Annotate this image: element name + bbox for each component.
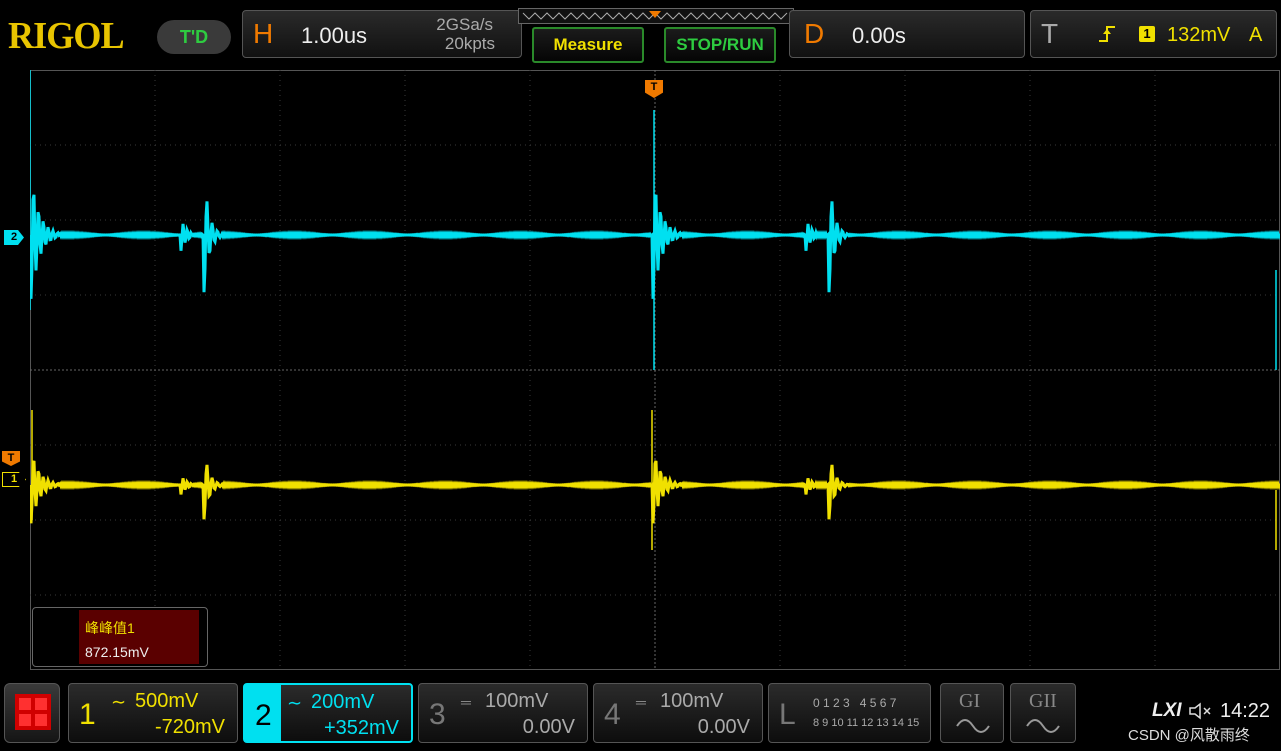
measure-button[interactable]: Measure xyxy=(532,27,644,63)
measurement-highlight: 峰峰值1 872.15mV xyxy=(79,610,199,664)
channel-3-number: 3 xyxy=(429,698,446,731)
channel-2-scale: 200mV xyxy=(311,691,375,713)
channel-3-box[interactable]: 3 ═ 100mV 0.00V xyxy=(418,683,588,743)
channel-1-number: 1 xyxy=(79,698,96,731)
ac-coupling-icon: ∼ xyxy=(287,693,303,713)
delay-value: 0.00s xyxy=(852,23,906,48)
logic-channels-row1: 0 1 2 3 4 5 6 7 xyxy=(813,696,897,710)
channel-4-number: 4 xyxy=(604,698,621,731)
dc-coupling-icon: ═ xyxy=(636,694,646,710)
sample-rate: 2GSa/s xyxy=(436,15,493,34)
logic-letter: L xyxy=(779,698,796,731)
rigol-logo: RIGOL xyxy=(8,15,125,57)
generator-1-label: GI xyxy=(959,690,981,712)
stop-run-button[interactable]: STOP/RUN xyxy=(664,27,776,63)
channel-2-number: 2 xyxy=(255,699,272,732)
waveform-display[interactable] xyxy=(28,70,1281,670)
measurement-name: 峰峰值1 xyxy=(85,620,135,636)
channel-2-offset: +352mV xyxy=(323,717,399,739)
speaker-mute-icon[interactable] xyxy=(1188,702,1214,720)
trigger-status-badge: T'D xyxy=(157,20,231,54)
measurement-panel[interactable]: 峰峰值1 872.15mV xyxy=(32,607,208,667)
channel-3-offset: 0.00V xyxy=(522,716,575,738)
channel-2-box[interactable]: 2 ∼ 200mV +352mV xyxy=(243,683,413,743)
timebase-value: 1.00us xyxy=(301,23,368,48)
generator-2-button[interactable]: GII xyxy=(1010,683,1076,743)
trigger-source-badge: 1 xyxy=(1139,26,1155,42)
delay-letter: D xyxy=(804,18,825,49)
clock: 14:22 xyxy=(1220,700,1271,722)
channel-1-offset: -720mV xyxy=(154,716,225,738)
horizontal-letter: H xyxy=(253,18,274,49)
memory-position-strip xyxy=(518,8,794,24)
graticule xyxy=(28,70,1281,670)
lxi-logo: LXI xyxy=(1152,700,1182,721)
menu-grid-icon xyxy=(15,694,51,730)
trigger-letter: T xyxy=(1041,18,1059,49)
channel-4-offset: 0.00V xyxy=(697,716,750,738)
ch1-offset-marker[interactable]: 1 xyxy=(2,472,26,487)
main-menu-button[interactable] xyxy=(4,683,60,743)
channel-4-box[interactable]: 4 ═ 100mV 0.00V xyxy=(593,683,763,743)
logic-analyzer-box[interactable]: L 0 1 2 3 4 5 6 7 8 9 10 11 12 13 14 15 xyxy=(768,683,931,743)
channel-4-scale: 100mV xyxy=(660,690,724,712)
horizontal-panel[interactable]: H 1.00us 2GSa/s 20kpts xyxy=(242,10,522,58)
channel-1-scale: 500mV xyxy=(135,690,199,712)
memory-depth: 20kpts xyxy=(444,34,495,53)
trigger-mode: A xyxy=(1249,24,1263,46)
delay-panel[interactable]: D 0.00s xyxy=(789,10,1025,58)
generator-2-label: GII xyxy=(1029,690,1057,712)
logic-channels-row2: 8 9 10 11 12 13 14 15 xyxy=(813,717,920,729)
sine-wave-icon xyxy=(956,719,990,733)
generator-1-button[interactable]: GI xyxy=(940,683,1004,743)
dc-coupling-icon: ═ xyxy=(461,694,471,710)
measurement-value: 872.15mV xyxy=(85,644,149,660)
trigger-level-marker[interactable]: T xyxy=(2,451,20,466)
channel-1-box[interactable]: 1 ∼ 500mV -720mV xyxy=(68,683,238,743)
trigger-panel[interactable]: T 1 132mV A xyxy=(1030,10,1277,58)
ac-coupling-icon: ∼ xyxy=(111,692,127,712)
rising-edge-icon xyxy=(1097,23,1117,50)
top-status-bar: RIGOL T'D H 1.00us 2GSa/s 20kpts Measure… xyxy=(0,0,1281,68)
ch2-offset-marker[interactable]: 2 xyxy=(4,230,24,245)
watermark: CSDN @风散雨终 xyxy=(1128,727,1250,744)
channel-3-scale: 100mV xyxy=(485,690,549,712)
channel-1-waveform xyxy=(28,460,1281,524)
trigger-level: 132mV xyxy=(1167,24,1231,46)
sine-wave-icon xyxy=(1026,719,1060,733)
